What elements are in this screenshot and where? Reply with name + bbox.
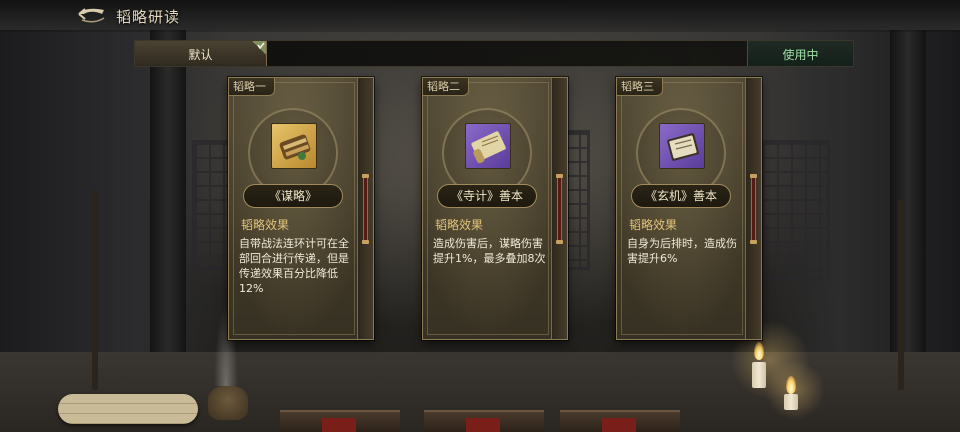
candle	[784, 394, 798, 410]
rail-knob	[556, 174, 563, 178]
selected-check-icon	[252, 41, 266, 55]
book	[560, 410, 680, 432]
effect-description: 自带战法连环计可在全部回合进行传递，但是传递效果百分比降低12%	[239, 237, 349, 295]
scroll-bundle	[58, 394, 198, 424]
header-bar: 韬略研读	[0, 0, 960, 32]
scroll-item-icon[interactable]	[271, 123, 317, 169]
book	[424, 410, 544, 432]
card-side-rail	[745, 78, 761, 339]
tab-default-label: 默认	[188, 48, 213, 62]
strategy-card-2[interactable]: 韬略二 《寺计》善本 韬略效果 造成伤害后，谋略伤害提升1%，最多叠加8次	[422, 77, 568, 340]
book-seal	[602, 418, 636, 432]
effect-description: 造成伤害后，谋略伤害提升1%，最多叠加8次	[433, 237, 546, 265]
in-use-label: 使用中	[782, 48, 819, 62]
rail-knob	[750, 174, 757, 178]
rail-knob	[362, 174, 369, 178]
strategy-name: 《谋略》	[243, 184, 343, 208]
effect-label: 韬略效果	[241, 218, 290, 232]
candle-flame	[754, 342, 764, 360]
rail-knob	[556, 240, 563, 244]
effect-label: 韬略效果	[629, 218, 678, 232]
candle-flame	[786, 376, 796, 394]
strategy-card-1[interactable]: 韬略一 《谋略》 韬略效果 自带战法连环计可在全部回合进行传递，但是传递效果百分…	[228, 77, 374, 340]
book-item-icon[interactable]	[659, 123, 705, 169]
incense-burner	[208, 386, 248, 420]
book-seal	[466, 418, 500, 432]
page-title: 韬略研读	[116, 8, 181, 26]
book-seal	[322, 418, 356, 432]
rail-knob	[750, 240, 757, 244]
red-rail	[557, 176, 562, 242]
pillar-right	[890, 30, 926, 370]
strategy-name: 《寺计》善本	[437, 184, 537, 208]
candle-stand-left	[92, 190, 98, 390]
candle-stand-right	[898, 200, 904, 390]
book	[280, 410, 400, 432]
back-arrow-icon[interactable]	[76, 6, 106, 26]
in-use-status: 使用中	[747, 41, 853, 66]
effect-label: 韬略效果	[435, 218, 484, 232]
strategy-name: 《玄机》善本	[631, 184, 731, 208]
pillar-left	[150, 30, 186, 370]
rail-knob	[362, 240, 369, 244]
card-tab-label: 韬略二	[423, 78, 469, 96]
card-side-rail	[551, 78, 567, 339]
red-rail	[751, 176, 756, 242]
candle	[752, 362, 766, 388]
red-rail	[363, 176, 368, 242]
preset-tab-bar: 默认 使用中	[134, 40, 854, 67]
window-lattice-right	[760, 140, 830, 280]
card-side-rail	[357, 78, 373, 339]
card-tab-label: 韬略一	[229, 78, 275, 96]
strategy-card-3[interactable]: 韬略三 《玄机》善本 韬略效果 自身为后排时，造成伤害提升6%	[616, 77, 762, 340]
effect-description: 自身为后排时，造成伤害提升6%	[627, 237, 737, 265]
tab-default[interactable]: 默认	[135, 41, 267, 66]
card-tab-label: 韬略三	[617, 78, 663, 96]
scroll-item-icon[interactable]	[465, 123, 511, 169]
